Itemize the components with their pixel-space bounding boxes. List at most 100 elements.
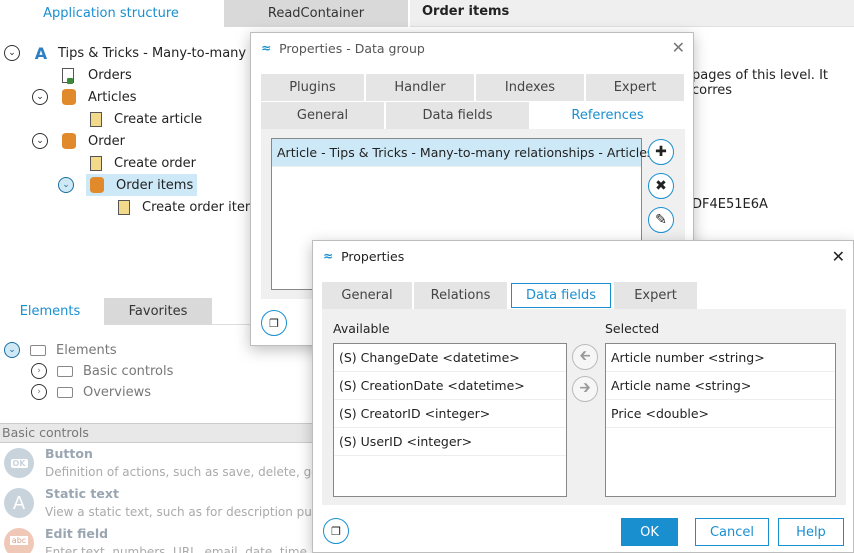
folder-icon <box>30 344 46 356</box>
database-icon <box>90 177 104 193</box>
tab-general[interactable]: General <box>322 282 413 309</box>
tab-application-structure[interactable]: Application structure <box>0 0 222 27</box>
delete-button[interactable]: ✖ <box>648 173 674 199</box>
elements-root[interactable]: ⌄ Elements <box>4 339 117 361</box>
tree-item-label: Order items <box>116 177 194 193</box>
tree-item-label: Order <box>88 133 125 149</box>
close-icon[interactable]: ✕ <box>832 247 845 266</box>
plus-icon: ✚ <box>655 144 667 160</box>
tab-references[interactable]: References <box>531 102 685 129</box>
list-item[interactable]: Article name <string> <box>606 372 835 400</box>
tree-item-label: Tips & Tricks - Many-to-many re <box>58 45 264 61</box>
dialog-title-bar: ≈ Properties - Data group <box>251 33 693 63</box>
tree-item-orders[interactable]: Orders <box>62 64 132 86</box>
tree-item-create-article[interactable]: Create article <box>90 108 202 130</box>
pencil-icon: ✎ <box>655 212 667 228</box>
collapse-icon[interactable]: ⌄ <box>32 133 48 149</box>
tab-indexes[interactable]: Indexes <box>476 74 585 101</box>
panel-header-title: Order items <box>422 4 510 19</box>
tree-item-order[interactable]: ⌄ Order <box>32 130 125 152</box>
dialog-title: Properties - Data group <box>279 40 425 56</box>
control-button[interactable]: OK Button Definition of actions, such as… <box>0 444 320 484</box>
page-icon <box>90 155 102 171</box>
layout-button[interactable]: ❐ <box>323 518 349 544</box>
list-item[interactable]: Price <double> <box>606 400 835 428</box>
add-button[interactable]: ✚ <box>648 139 674 165</box>
control-title: Static text <box>45 486 119 501</box>
elements-overviews[interactable]: › Overviews <box>31 381 151 403</box>
folder-icon <box>57 365 73 377</box>
help-button[interactable]: Help <box>778 518 844 546</box>
basic-controls-header: Basic controls <box>0 423 320 443</box>
description-text: pages of this level. It corres <box>692 68 828 98</box>
app-logo-icon: ≈ <box>261 41 272 55</box>
list-item[interactable]: (S) CreatorID <integer> <box>334 400 566 428</box>
tab-general[interactable]: General <box>261 102 385 129</box>
list-item[interactable]: Article number <string> <box>606 344 835 372</box>
app-icon: A <box>34 43 48 63</box>
tree-item-create-order[interactable]: Create order <box>90 152 196 174</box>
control-edit-field[interactable]: abc Edit field Enter text, numbers, URL,… <box>0 524 320 553</box>
tab-handler[interactable]: Handler <box>366 74 475 101</box>
control-description: Definition of actions, such as save, del… <box>45 465 319 479</box>
window-icon: ❐ <box>331 524 341 538</box>
page-icon <box>118 199 130 215</box>
dialog-properties: ≈ Properties ✕ General Relations Data fi… <box>312 240 854 553</box>
database-icon <box>62 133 76 149</box>
tree-item-label: Articles <box>88 89 137 105</box>
tree-item-order-items[interactable]: ⌄ Order items <box>58 174 198 196</box>
control-description: Enter text, numbers, URL, email, date, t… <box>45 545 308 553</box>
tree-item-create-order-item[interactable]: Create order item <box>118 196 258 218</box>
tab-favorites[interactable]: Favorites <box>104 298 212 325</box>
tree-item-label: Create order item <box>142 199 258 215</box>
list-item[interactable]: (S) UserID <integer> <box>334 428 566 456</box>
tab-elements[interactable]: Elements <box>0 298 100 325</box>
expand-icon[interactable]: › <box>31 363 47 379</box>
available-list[interactable]: (S) ChangeDate <datetime> (S) CreationDa… <box>333 343 567 497</box>
tab-expert[interactable]: Expert <box>614 282 698 309</box>
close-icon[interactable]: ✕ <box>672 38 685 57</box>
dialog-title-bar: ≈ Properties <box>313 241 853 271</box>
expand-icon[interactable]: › <box>31 384 47 400</box>
control-title: Button <box>45 446 93 461</box>
guid-text: DF4E51E6A <box>692 197 768 212</box>
tree-item-app[interactable]: ⌄ A Tips & Tricks - Many-to-many re <box>4 42 263 64</box>
elements-label: Elements <box>56 342 117 358</box>
list-item[interactable]: (S) CreationDate <datetime> <box>334 372 566 400</box>
tab-relations[interactable]: Relations <box>414 282 508 309</box>
list-item[interactable]: (S) ChangeDate <datetime> <box>334 344 566 372</box>
tab-readcontainer[interactable]: ReadContainer <box>224 0 408 27</box>
collapse-icon[interactable]: ⌄ <box>58 177 74 193</box>
tree-item-articles[interactable]: ⌄ Articles <box>32 86 136 108</box>
edit-button[interactable]: ✎ <box>648 207 674 233</box>
window-icon: ❐ <box>269 316 279 330</box>
ok-button[interactable]: OK <box>621 518 678 546</box>
selected-list[interactable]: Article number <string> Article name <st… <box>605 343 836 497</box>
elements-basic-controls[interactable]: › Basic controls <box>31 360 173 382</box>
collapse-icon[interactable]: ⌄ <box>4 342 20 358</box>
cancel-button[interactable]: Cancel <box>695 518 769 546</box>
edit-field-icon: abc <box>4 528 34 553</box>
database-icon <box>62 89 76 105</box>
page-icon <box>90 111 102 127</box>
tab-expert[interactable]: Expert <box>586 74 685 101</box>
add-field-button[interactable]: 🡲 <box>572 376 598 402</box>
collapse-icon[interactable]: ⌄ <box>4 45 20 61</box>
tab-data-fields[interactable]: Data fields <box>511 283 611 308</box>
available-label: Available <box>333 321 390 336</box>
dialog-title: Properties <box>341 248 405 264</box>
folder-icon <box>57 386 73 398</box>
control-static-text[interactable]: A Static text View a static text, such a… <box>0 484 324 524</box>
tree-item-label: Create article <box>114 111 203 127</box>
tab-plugins[interactable]: Plugins <box>261 74 365 101</box>
page-icon <box>62 67 74 84</box>
tab-data-fields[interactable]: Data fields <box>386 102 530 129</box>
control-description: View a static text, such as for descript… <box>45 505 325 519</box>
layout-button[interactable]: ❐ <box>261 310 287 336</box>
list-item[interactable]: Article - Tips & Tricks - Many-to-many r… <box>272 139 653 167</box>
x-icon: ✖ <box>655 178 667 194</box>
remove-button[interactable]: 🡰 <box>572 344 598 370</box>
tree-item-label: Orders <box>88 67 132 83</box>
collapse-icon[interactable]: ⌄ <box>32 89 48 105</box>
arrow-right-icon: 🡲 <box>579 380 591 396</box>
